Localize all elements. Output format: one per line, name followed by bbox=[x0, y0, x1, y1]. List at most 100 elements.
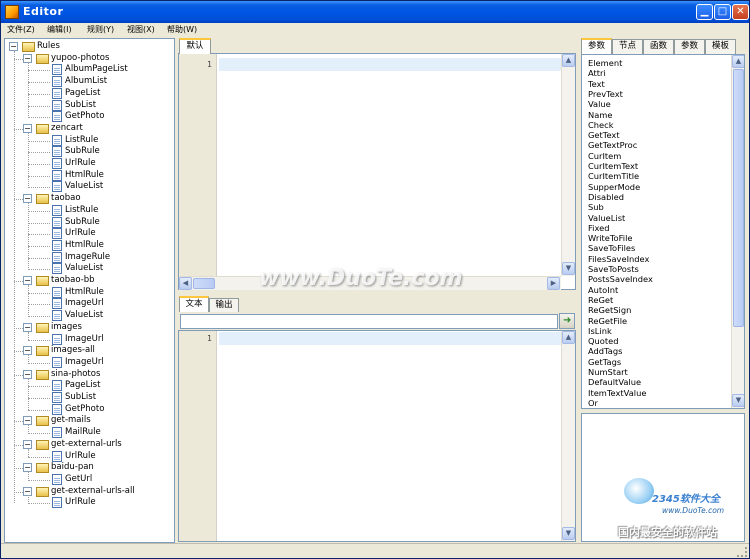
tree-group[interactable]: − yupoo-photos bbox=[5, 53, 173, 65]
collapse-icon[interactable]: − bbox=[23, 322, 32, 332]
tree-item[interactable]: UrlRule bbox=[5, 497, 173, 509]
collapse-icon[interactable]: − bbox=[23, 416, 32, 426]
tree-item[interactable]: GetPhoto bbox=[5, 403, 173, 416]
keyword-item[interactable]: Attri bbox=[588, 68, 606, 78]
keyword-item[interactable]: Text bbox=[588, 79, 605, 89]
editor-vscroll[interactable]: ▲ ▼ bbox=[561, 54, 575, 276]
tree-item[interactable]: ImageUrl bbox=[5, 333, 173, 346]
current-line[interactable] bbox=[219, 58, 561, 71]
collapse-icon[interactable]: − bbox=[23, 53, 32, 63]
close-button[interactable]: ✕ bbox=[732, 4, 749, 20]
tree-group[interactable]: − sina-photos bbox=[5, 369, 173, 381]
scroll-up-icon[interactable]: ▲ bbox=[562, 331, 575, 344]
tab-right-3[interactable]: 参数 bbox=[674, 39, 705, 54]
tree-item[interactable]: SubList bbox=[5, 392, 173, 404]
tree-item[interactable]: SubRule bbox=[5, 146, 173, 158]
keyword-item[interactable]: Sub bbox=[588, 202, 604, 212]
keyword-item[interactable]: CurItemTitle bbox=[588, 171, 639, 181]
keyword-list[interactable]: ▲ ▼ Element Attri Text PrevText Value Name Che… bbox=[581, 54, 745, 409]
scroll-down-icon[interactable]: ▼ bbox=[562, 527, 575, 540]
scroll-left-icon[interactable]: ◀ bbox=[179, 277, 192, 290]
tree-group[interactable]: − taobao-bb bbox=[5, 275, 173, 287]
keyword-item[interactable]: DefaultValue bbox=[588, 377, 641, 387]
tree-item[interactable]: UrlRule bbox=[5, 450, 173, 463]
tree-group[interactable]: − get-mails bbox=[5, 415, 173, 427]
tree-item[interactable]: GetUrl bbox=[5, 473, 173, 486]
keyword-item[interactable]: Value bbox=[588, 99, 611, 109]
tree-item[interactable]: ImageUrl bbox=[5, 356, 173, 369]
keyword-item[interactable]: NumStart bbox=[588, 367, 628, 377]
run-button[interactable]: ➜ bbox=[559, 313, 575, 329]
keyword-item[interactable]: Or bbox=[588, 398, 598, 408]
scroll-down-icon[interactable]: ▼ bbox=[562, 262, 575, 275]
keyword-item[interactable]: SaveToPosts bbox=[588, 264, 639, 274]
keyword-item[interactable]: ReGet bbox=[588, 295, 613, 305]
keyword-item[interactable]: ItemTextValue bbox=[588, 388, 646, 398]
menu-rules[interactable]: 规则(Y) bbox=[87, 24, 114, 35]
tab-right-1[interactable]: 节点 bbox=[612, 39, 643, 54]
collapse-icon[interactable]: − bbox=[23, 463, 32, 473]
keyword-item[interactable]: FilesSaveIndex bbox=[588, 254, 649, 264]
tree-item[interactable]: AlbumPageList bbox=[5, 64, 173, 76]
tree-item[interactable]: ValueList bbox=[5, 310, 173, 322]
tree-item[interactable]: HtmlRule bbox=[5, 286, 173, 299]
tree-item[interactable]: UrlRule bbox=[5, 158, 173, 170]
resize-grip-icon[interactable] bbox=[737, 547, 747, 557]
tree-group[interactable]: − get-external-urls-all bbox=[5, 486, 173, 498]
keyword-item[interactable]: GetText bbox=[588, 130, 620, 140]
collapse-icon[interactable]: − bbox=[23, 439, 32, 449]
tree-root[interactable]: − Rules bbox=[5, 41, 165, 53]
collapse-icon[interactable]: − bbox=[23, 276, 32, 285]
keyword-item[interactable]: PostsSaveIndex bbox=[588, 274, 653, 284]
tree-item[interactable]: ValueList bbox=[5, 263, 173, 275]
tree-item[interactable]: GetPhoto bbox=[5, 111, 173, 123]
keyword-item[interactable]: AddTags bbox=[588, 346, 622, 356]
tab-output[interactable]: 输出 bbox=[209, 298, 239, 312]
keyword-item[interactable]: CurItem bbox=[588, 151, 621, 161]
collapse-icon[interactable]: − bbox=[23, 123, 32, 133]
output-vscroll[interactable]: ▲ ▼ bbox=[561, 331, 575, 541]
tree-item[interactable]: MailRule bbox=[5, 427, 173, 439]
collapse-icon[interactable]: − bbox=[23, 369, 32, 379]
rules-tree[interactable]: − Rules − yupoo-photos AlbumPageList AlbumLis… bbox=[4, 38, 175, 543]
tree-group[interactable]: − images bbox=[5, 322, 173, 334]
command-input[interactable] bbox=[180, 314, 558, 329]
keyword-item[interactable]: SaveToFiles bbox=[588, 243, 635, 253]
keyword-item[interactable]: Name bbox=[588, 110, 612, 120]
menu-view[interactable]: 视图(X) bbox=[127, 24, 155, 35]
scroll-up-icon[interactable]: ▲ bbox=[562, 54, 575, 67]
collapse-icon[interactable]: − bbox=[9, 42, 18, 51]
tab-right-2[interactable]: 函数 bbox=[643, 39, 674, 54]
collapse-icon[interactable]: − bbox=[23, 346, 32, 356]
tree-item[interactable]: SubRule bbox=[5, 216, 173, 229]
keyword-item[interactable]: Check bbox=[588, 120, 614, 130]
tab-default[interactable]: 默认 bbox=[179, 38, 211, 54]
output-editor[interactable]: 1 ▲ ▼ bbox=[178, 330, 576, 542]
scroll-down-icon[interactable]: ▼ bbox=[732, 394, 744, 407]
tree-group[interactable]: − taobao bbox=[5, 193, 173, 205]
tree-item[interactable]: ImageUrl bbox=[5, 298, 173, 310]
keyword-item[interactable]: ValueList bbox=[588, 213, 625, 223]
vscroll-thumb[interactable] bbox=[733, 69, 744, 327]
keyword-item[interactable]: Disabled bbox=[588, 192, 624, 202]
tab-text[interactable]: 文本 bbox=[179, 296, 209, 312]
collapse-icon[interactable]: − bbox=[23, 194, 32, 204]
tree-item[interactable]: HtmlRule bbox=[5, 239, 173, 252]
keyword-item[interactable]: Quoted bbox=[588, 336, 619, 346]
tree-item[interactable]: SubList bbox=[5, 99, 173, 112]
collapse-icon[interactable]: − bbox=[23, 486, 32, 496]
tree-item[interactable]: ListRule bbox=[5, 204, 173, 217]
scroll-right-icon[interactable]: ▶ bbox=[547, 277, 560, 290]
tree-item[interactable]: HtmlRule bbox=[5, 169, 173, 182]
keyword-item[interactable]: Element bbox=[588, 58, 622, 68]
keyword-item[interactable]: CurItemText bbox=[588, 161, 638, 171]
tree-group[interactable]: − zencart bbox=[5, 123, 173, 135]
rule-editor[interactable]: 1 ▲ ▼ ◀ ▶ bbox=[178, 53, 576, 290]
tab-right-4[interactable]: 模板 bbox=[705, 39, 736, 54]
keyword-item[interactable]: PrevText bbox=[588, 89, 623, 99]
tree-group[interactable]: − get-external-urls bbox=[5, 439, 173, 451]
current-line[interactable] bbox=[219, 332, 561, 345]
tree-item[interactable]: ImageRule bbox=[5, 251, 173, 264]
menu-help[interactable]: 帮助(W) bbox=[167, 24, 197, 35]
tree-item[interactable]: PageList bbox=[5, 87, 173, 100]
